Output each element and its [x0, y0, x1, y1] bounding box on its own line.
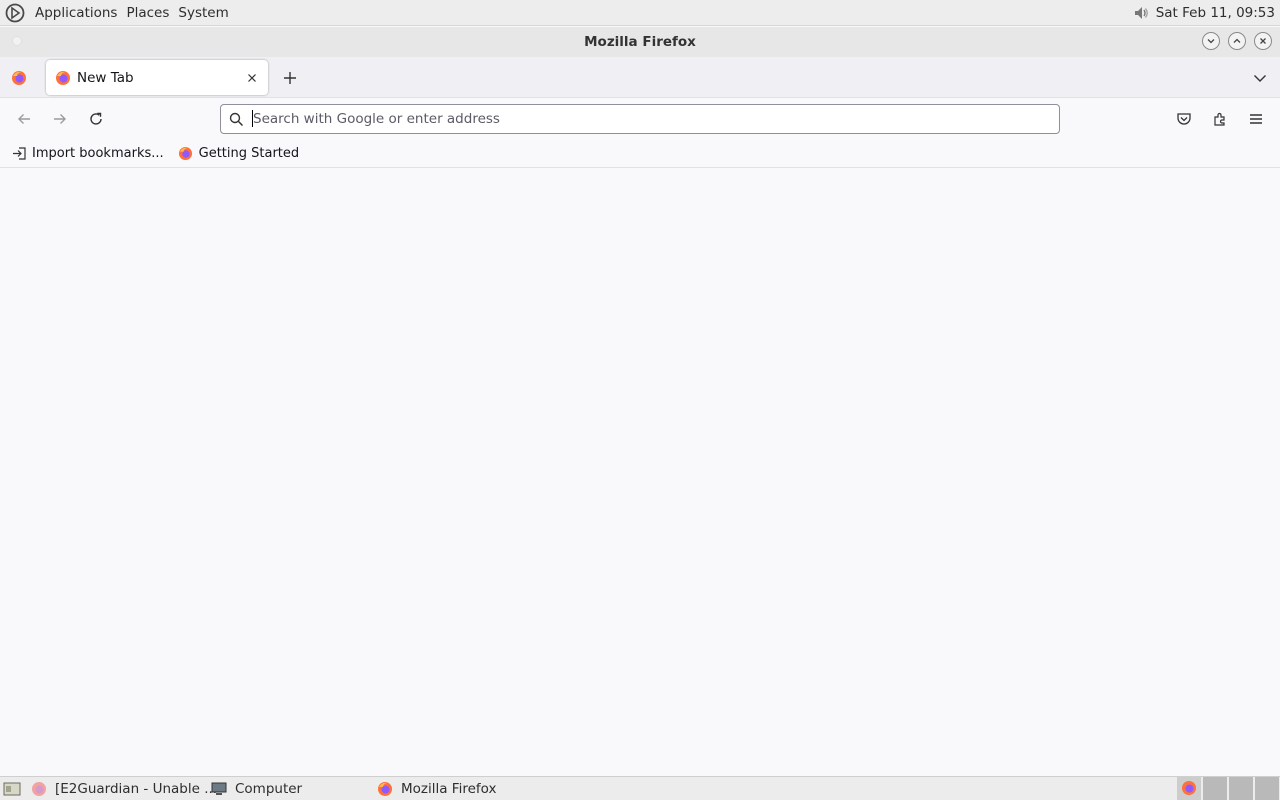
chevron-down-icon	[1207, 39, 1215, 44]
show-desktop-icon[interactable]	[1, 778, 23, 800]
close-icon	[248, 73, 256, 82]
bookmark-label: Import bookmarks...	[32, 146, 164, 161]
distro-logo-icon[interactable]	[4, 2, 26, 24]
top-panel: Applications Places System Sat Feb 11, 0…	[0, 0, 1280, 26]
tab-label: New Tab	[77, 69, 134, 86]
window-menu-icon[interactable]	[12, 36, 22, 46]
bookmark-label: Getting Started	[198, 146, 300, 161]
minimize-button[interactable]	[1202, 32, 1220, 50]
firefox-icon	[12, 71, 26, 85]
firefox-icon	[377, 781, 393, 797]
extensions-button[interactable]	[1206, 105, 1234, 133]
taskbar-item-computer[interactable]: Computer	[203, 778, 369, 800]
tab-new-tab[interactable]: New Tab	[46, 60, 268, 95]
plus-icon	[284, 72, 296, 84]
chevron-up-icon	[1233, 38, 1241, 43]
close-tab-button[interactable]	[240, 66, 264, 90]
puzzle-icon	[1214, 112, 1225, 126]
pocket-button[interactable]	[1170, 105, 1198, 133]
url-input[interactable]	[253, 111, 1033, 127]
text-caret	[252, 110, 253, 127]
hamburger-menu-icon	[1250, 114, 1262, 124]
tab-strip: New Tab	[0, 57, 1280, 98]
chevron-down-icon	[1254, 75, 1266, 82]
import-icon	[11, 146, 27, 162]
bottom-taskbar: [E2Guardian - Unable ... Computer Mozill…	[0, 776, 1280, 800]
system-menu[interactable]: System	[174, 5, 232, 21]
search-icon	[228, 111, 244, 127]
url-bar[interactable]	[220, 104, 1060, 134]
bookmark-getting-started[interactable]: Getting Started	[175, 142, 303, 166]
applications-menu[interactable]: Applications	[31, 5, 121, 21]
new-tab-button[interactable]	[278, 66, 302, 90]
reload-button[interactable]	[82, 105, 110, 133]
bookmark-import[interactable]: Import bookmarks...	[8, 142, 167, 166]
bookmarks-toolbar: Import bookmarks... Getting Started	[0, 140, 1280, 168]
workspace-3[interactable]	[1228, 777, 1253, 800]
close-window-button[interactable]	[1254, 32, 1272, 50]
system-tray: Sat Feb 11, 09:53	[1130, 0, 1280, 26]
firefox-icon	[1182, 781, 1196, 795]
firefox-icon	[31, 781, 47, 797]
firefox-icon	[56, 70, 70, 85]
window-titlebar[interactable]: Mozilla Firefox	[0, 27, 1280, 57]
firefox-icon	[178, 146, 194, 162]
workspace-1[interactable]	[1176, 777, 1201, 800]
app-menu-button[interactable]	[1242, 105, 1270, 133]
window-controls	[1202, 32, 1272, 50]
volume-icon[interactable]	[1130, 2, 1152, 24]
places-menu[interactable]: Places	[122, 5, 173, 21]
computer-icon	[211, 781, 227, 797]
page-content[interactable]	[0, 168, 1280, 775]
close-icon	[1260, 38, 1266, 44]
window-title: Mozilla Firefox	[584, 34, 696, 50]
forward-button[interactable]	[46, 105, 74, 133]
list-all-tabs-button[interactable]	[1248, 66, 1272, 90]
reload-icon	[90, 112, 102, 125]
maximize-button[interactable]	[1228, 32, 1246, 50]
taskbar-item-e2guardian[interactable]: [E2Guardian - Unable ...	[23, 778, 217, 800]
firefox-view-button[interactable]	[8, 67, 30, 89]
taskbar-item-mozilla-firefox[interactable]: Mozilla Firefox	[369, 778, 539, 800]
navigation-toolbar	[0, 98, 1280, 140]
arrow-right-icon	[54, 114, 66, 124]
back-button[interactable]	[10, 105, 38, 133]
workspace-2[interactable]	[1202, 777, 1227, 800]
clock[interactable]: Sat Feb 11, 09:53	[1156, 5, 1280, 21]
pocket-icon	[1177, 113, 1191, 125]
arrow-left-icon	[18, 114, 30, 124]
workspace-4[interactable]	[1254, 777, 1279, 800]
